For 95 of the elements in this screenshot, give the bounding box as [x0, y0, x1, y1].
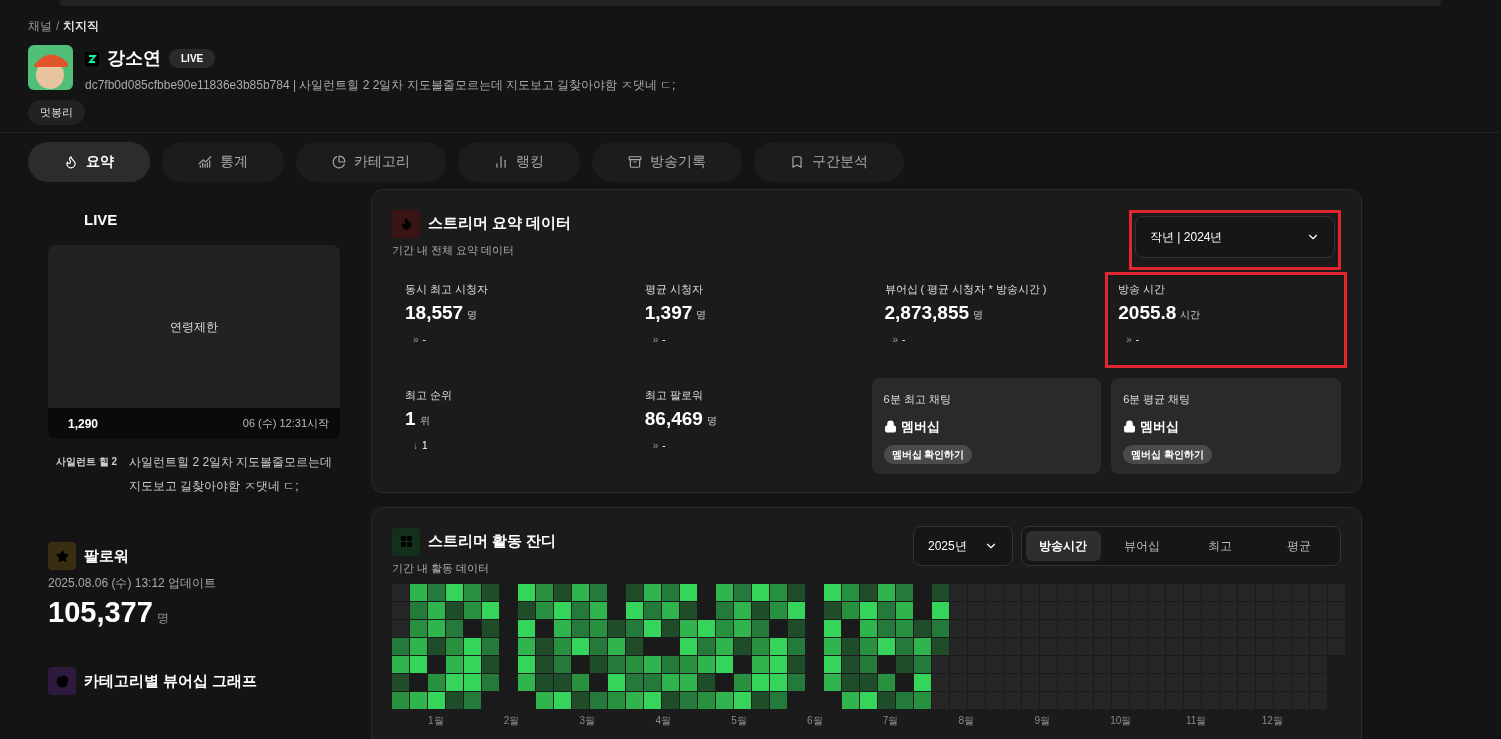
change-arrow: » — [892, 333, 899, 347]
stream-title: 사일런트힐 2 2일차 지도볼줄모르는데 지도보고 길찾아야함 ㅈ댓네 ㄷ; — [129, 454, 334, 495]
month-label: 12월 — [1261, 714, 1284, 728]
stat-change: - — [662, 333, 666, 347]
unit-label: 명 — [156, 610, 169, 627]
month-label: 6월 — [807, 714, 824, 728]
live-badge: LIVE — [169, 49, 216, 68]
month-label: 1월 — [428, 714, 445, 728]
change-arrow: » — [652, 439, 659, 453]
mode-tab[interactable]: 방송시간 — [1026, 530, 1101, 561]
stat-value: 2,873,855 — [884, 303, 970, 322]
stat-change: 1 — [422, 439, 428, 453]
breadcrumb-separator: / — [56, 18, 60, 35]
activity-title: 스트리머 활동 잔디 — [428, 531, 557, 552]
bar-chart-icon — [494, 154, 508, 169]
year-dropdown[interactable]: 2025년 — [913, 525, 1013, 566]
change-arrow: » — [1126, 333, 1132, 347]
nav-tab[interactable]: 카테고리 — [296, 141, 446, 182]
month-label: 11월 — [1185, 714, 1208, 728]
stat-value: 1 — [405, 409, 416, 428]
unit-label: 위 — [419, 414, 430, 428]
month-label: 8월 — [958, 714, 976, 728]
month-label: 5월 — [731, 714, 748, 728]
month-label: 2월 — [503, 714, 521, 728]
unit-label: 명 — [467, 308, 478, 322]
nav-tab[interactable]: 통계 — [162, 141, 284, 182]
update-time: 2025.08.06 (수) 13:12 업데이트 — [48, 575, 218, 592]
activity-subtitle: 기간 내 활동 데이터 — [392, 560, 491, 576]
stat-value: 86,469 — [644, 409, 703, 428]
breadcrumb-item: 치지직 — [63, 18, 100, 35]
stat-label: 6분 최고 채팅 — [883, 391, 952, 407]
stat-label: 방송 시간 — [1118, 281, 1167, 297]
mode-tab[interactable]: 뷰어십 — [1104, 530, 1179, 561]
stat-change: - — [902, 333, 906, 347]
stat-label: 뷰어십 ( 평균 시청자 * 방송시간 ) — [884, 281, 1048, 297]
summary-subtitle: 기간 내 전체 요약 데이터 — [392, 242, 516, 258]
stat-label: 6분 평균 채팅 — [1123, 391, 1192, 407]
month-label: 10월 — [1110, 714, 1133, 728]
stat-value: 2055.8 — [1118, 303, 1177, 322]
channel-name: 강소연 — [107, 47, 161, 70]
followers-title: 팔로워 — [84, 545, 129, 566]
grid-icon — [392, 527, 420, 556]
stat-label: 최고 팔로워 — [644, 387, 704, 403]
stat-label: 평균 시청자 — [644, 281, 704, 297]
membership-button[interactable]: 멤버십 확인하기 — [1123, 444, 1213, 464]
bookmark-icon — [790, 154, 804, 169]
followers-count: 105,377 — [48, 598, 153, 627]
avatar — [28, 45, 73, 90]
month-label: 7월 — [882, 714, 900, 728]
membership-button[interactable]: 멤버십 확인하기 — [883, 444, 973, 464]
change-arrow: ↓ — [413, 439, 418, 453]
unit-label: 시간 — [1180, 308, 1201, 322]
change-arrow: » — [413, 333, 419, 347]
unit-label: 명 — [706, 414, 717, 428]
age-restriction-text: 연령제한 — [170, 318, 218, 336]
lock-icon — [883, 420, 897, 434]
live-heading: LIVE — [84, 209, 119, 230]
stat-value: 1,397 — [644, 303, 693, 322]
pie-chart-icon — [48, 667, 76, 695]
flame-icon — [64, 154, 78, 169]
stat-change: - — [662, 439, 666, 453]
breadcrumb-item[interactable]: 채널 — [28, 17, 52, 35]
nav-tab[interactable]: 방송기록 — [592, 141, 742, 182]
summary-title: 스트리머 요약 데이터 — [428, 213, 572, 234]
category-graph-title: 카테고리별 뷰어십 그래프 — [84, 670, 258, 691]
month-label: 9월 — [1034, 714, 1051, 728]
lock-icon — [1123, 420, 1137, 434]
flame-icon — [392, 209, 420, 238]
month-label: 4월 — [655, 714, 672, 728]
archive-icon — [628, 154, 642, 169]
mode-tab[interactable]: 최고 — [1183, 530, 1258, 561]
nav-tab[interactable]: 구간분석 — [754, 141, 904, 182]
platform-logo-icon — [85, 51, 99, 66]
change-arrow: » — [652, 333, 659, 347]
locked-value: 멤버십 — [900, 418, 940, 436]
mode-tab[interactable]: 평균 — [1261, 530, 1336, 561]
channel-tag: 멋봉리 — [28, 100, 85, 125]
stat-value: 18,557 — [405, 303, 464, 322]
month-label: 3월 — [579, 714, 597, 728]
stat-label: 동시 최고 시청자 — [405, 281, 490, 297]
viewer-count: 1,290 — [68, 415, 99, 433]
stat-change: - — [422, 333, 426, 347]
category-label: 사일런트 힐 2 — [56, 455, 118, 469]
unit-label: 명 — [973, 308, 984, 322]
locked-value: 멤버십 — [1140, 418, 1180, 436]
stat-change: - — [1135, 333, 1140, 347]
pie-icon — [332, 154, 346, 169]
unit-label: 명 — [696, 308, 707, 322]
stat-label: 최고 순위 — [405, 387, 454, 403]
start-time: 06 (수) 12:31시작 — [242, 416, 329, 432]
channel-description: dc7fb0d085cfbbe90e11836e3b85b784 | 사일런트힐 2 2일차 지도볼줄모르는데 지도보고 길찾아야함 ㅈ댓네 ㄷ; — [85, 77, 676, 94]
period-dropdown[interactable]: 작년 | 2024년 — [1135, 215, 1335, 258]
nav-tab[interactable]: 랭킹 — [458, 141, 580, 182]
nav-tab[interactable]: 요약 — [28, 141, 150, 182]
chart-icon — [198, 154, 212, 169]
